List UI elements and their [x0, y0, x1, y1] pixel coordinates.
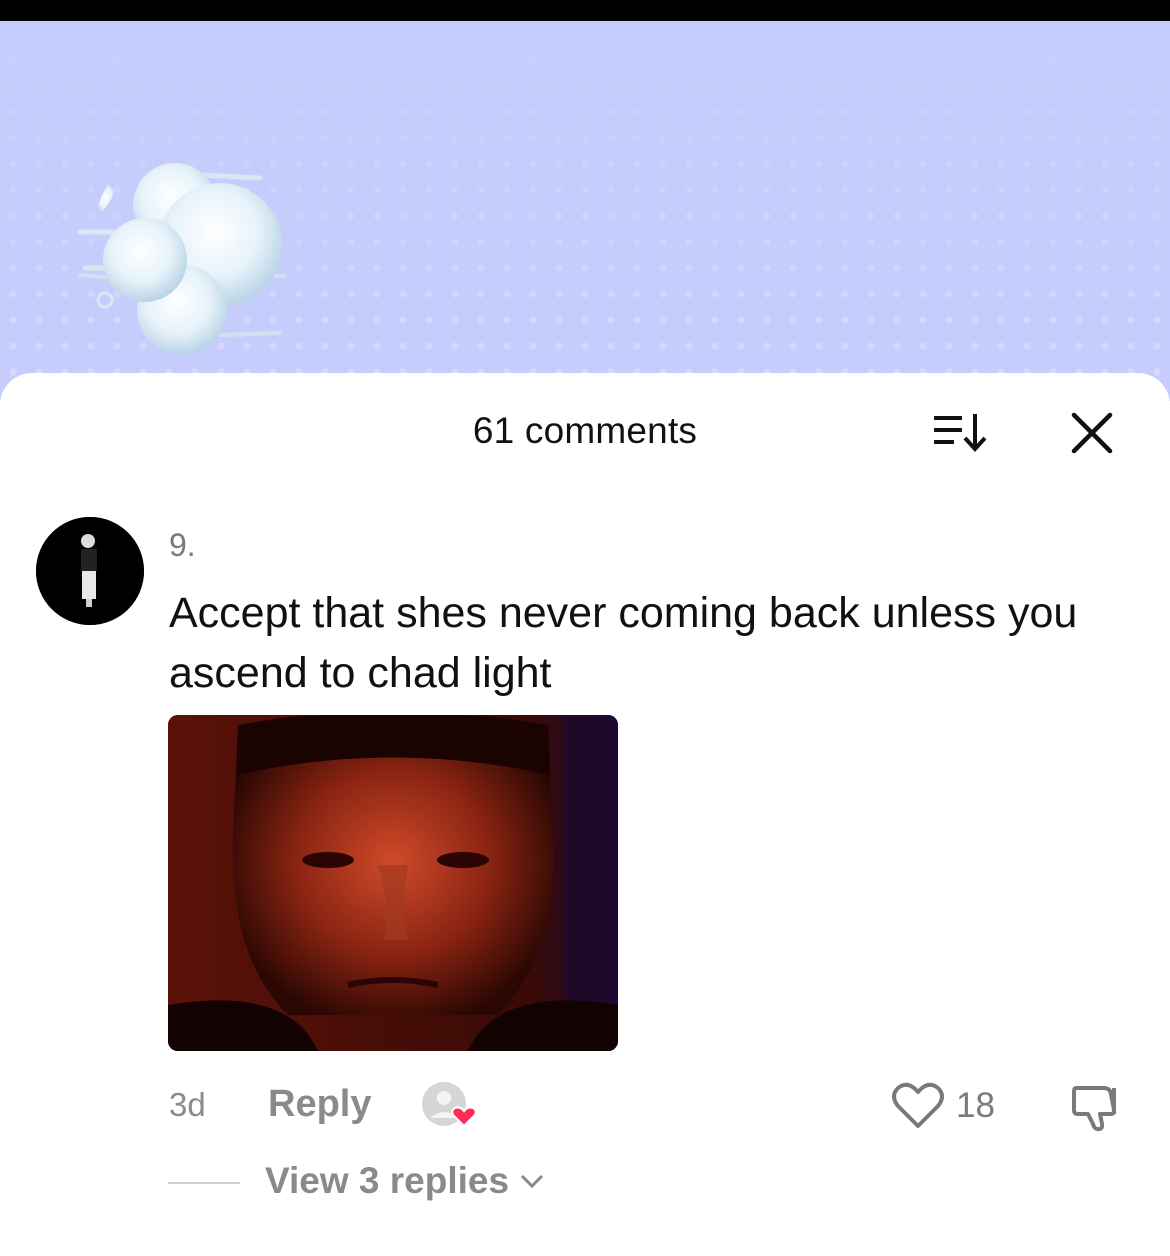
reply-button[interactable]: Reply	[268, 1083, 371, 1126]
close-icon[interactable]	[1068, 410, 1116, 456]
status-bar	[0, 0, 1170, 21]
replies-divider	[168, 1182, 240, 1184]
comment-timestamp: 3d	[169, 1086, 206, 1123]
view-replies-button[interactable]: View 3 replies	[265, 1160, 545, 1202]
comment-username[interactable]: 9.	[169, 527, 196, 564]
like-count: 18	[956, 1086, 995, 1125]
view-replies-label: View 3 replies	[265, 1160, 510, 1201]
chevron-down-icon	[521, 1174, 544, 1189]
comment-gif-image[interactable]	[168, 715, 618, 1051]
heart-icon[interactable]	[890, 1080, 946, 1132]
avatar[interactable]	[36, 517, 144, 625]
comment-text: Accept that shes never coming back unles…	[169, 589, 1078, 697]
comments-count-title: 61 comments	[472, 410, 698, 451]
sort-icon[interactable]	[932, 410, 990, 456]
dashing-away-emoji	[77, 163, 287, 355]
creator-liked-icon	[422, 1082, 477, 1128]
thumbs-down-icon[interactable]	[1070, 1080, 1126, 1132]
